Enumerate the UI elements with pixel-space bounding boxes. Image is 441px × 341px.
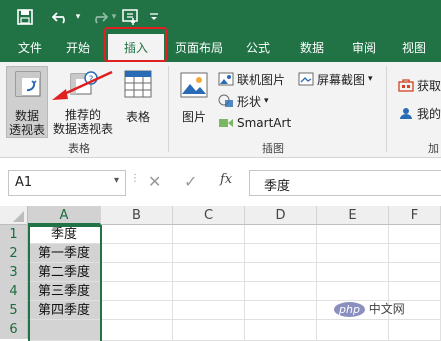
cell-b2[interactable]: [101, 244, 173, 263]
cell-f2[interactable]: [389, 244, 441, 263]
formula-input-value: 季度: [264, 179, 291, 194]
cell-c6[interactable]: [173, 320, 245, 341]
cell-f1[interactable]: [389, 225, 441, 244]
cell-f6[interactable]: [389, 320, 441, 341]
cell-c5[interactable]: [173, 301, 245, 320]
row-header-6[interactable]: 6: [0, 320, 28, 339]
enter-icon[interactable]: ✓: [184, 172, 198, 192]
cell-b6[interactable]: [101, 320, 173, 341]
php-logo: php: [334, 302, 365, 317]
row-header-4[interactable]: 4: [0, 282, 28, 301]
cell-d6[interactable]: [245, 320, 317, 341]
column-header-c[interactable]: C: [173, 206, 245, 225]
excel-window: ▾ ▾ 文件 开始 插入 页面布局 公式 数据 审阅 视图 数据 透视表 ? 推…: [0, 0, 441, 341]
cell-d3[interactable]: [245, 263, 317, 282]
cell-e3[interactable]: [317, 263, 389, 282]
name-box-dropdown-icon[interactable]: ▾: [114, 175, 119, 186]
cancel-icon[interactable]: ✕: [148, 172, 162, 192]
select-all-corner[interactable]: [0, 206, 28, 225]
cell-c3[interactable]: [173, 263, 245, 282]
column-header-e[interactable]: E: [317, 206, 389, 225]
column-header-d[interactable]: D: [245, 206, 317, 225]
cell-f4[interactable]: [389, 282, 441, 301]
cell-e6[interactable]: [317, 320, 389, 341]
cell-d5[interactable]: [245, 301, 317, 320]
selection-border: [28, 225, 102, 341]
column-header-b[interactable]: B: [101, 206, 173, 225]
cell-b4[interactable]: [101, 282, 173, 301]
cell-c1[interactable]: [173, 225, 245, 244]
row-header-1[interactable]: 1: [0, 225, 28, 244]
name-box-value: A1: [15, 175, 33, 190]
cell-b1[interactable]: [101, 225, 173, 244]
column-header-a[interactable]: A: [28, 206, 101, 225]
cell-d1[interactable]: [245, 225, 317, 244]
cell-e4[interactable]: [317, 282, 389, 301]
row-header-2[interactable]: 2: [0, 244, 28, 263]
row-header-5[interactable]: 5: [0, 301, 28, 320]
watermark: php 中文网: [334, 300, 405, 317]
row-header-3[interactable]: 3: [0, 263, 28, 282]
cell-d4[interactable]: [245, 282, 317, 301]
cell-c2[interactable]: [173, 244, 245, 263]
formula-bar-grip-icon[interactable]: ⋮: [130, 174, 140, 190]
cell-f3[interactable]: [389, 263, 441, 282]
cell-b5[interactable]: [101, 301, 173, 320]
column-header-f[interactable]: F: [389, 206, 441, 225]
insert-function-button[interactable]: fx: [220, 172, 240, 192]
cell-b3[interactable]: [101, 263, 173, 282]
cell-d2[interactable]: [245, 244, 317, 263]
cell-e2[interactable]: [317, 244, 389, 263]
cell-e1[interactable]: [317, 225, 389, 244]
cell-c4[interactable]: [173, 282, 245, 301]
name-box[interactable]: A1 ▾: [8, 170, 126, 196]
formula-input[interactable]: 季度: [249, 170, 441, 196]
